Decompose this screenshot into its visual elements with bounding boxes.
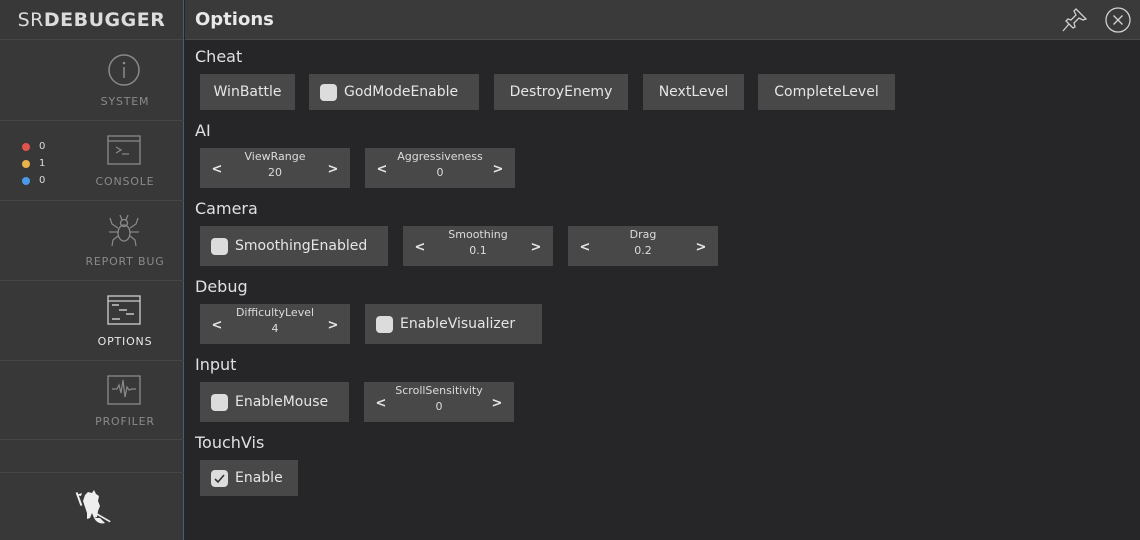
checkbox-checked-icon[interactable] [211,469,228,487]
button-label: CompleteLevel [774,84,879,100]
toggle-label: GodModeEnable [344,84,459,100]
sidebar-item-options[interactable]: OPTIONS [0,281,184,361]
scrollsensitivity-stepper[interactable]: ScrollSensitivity < 0 > [364,382,514,422]
sidebar-item-label: PROFILER [95,415,155,428]
console-icon [107,133,141,167]
sidebar-item-label: SYSTEM [100,95,150,108]
viewrange-stepper[interactable]: ViewRange < 20 > [200,148,350,188]
difficultylevel-stepper[interactable]: DifficultyLevel < 4 > [200,304,350,344]
mascot-logo-icon [70,487,116,527]
nextlevel-button[interactable]: NextLevel [643,74,744,110]
increment-arrow-icon[interactable]: > [490,396,504,411]
smoothingenabled-toggle[interactable]: SmoothingEnabled [200,226,388,266]
category-title-ai: AI [195,121,211,140]
category-title-input: Input [195,355,237,374]
button-label: WinBattle [213,84,282,100]
error-count: 0 [22,138,45,155]
sidebar-item-label: REPORT BUG [85,255,165,268]
toggle-label: EnableVisualizer [400,316,516,332]
sidebar-divider [0,472,184,473]
close-icon [1105,7,1131,37]
enablemouse-toggle[interactable]: EnableMouse [200,382,349,422]
logo-main: DEBUGGER [43,8,166,31]
checkbox-icon[interactable] [320,83,337,101]
sidebar-divider [0,439,184,440]
console-counters: 0 1 0 [22,138,45,189]
info-icon [107,53,141,87]
warning-count-value: 1 [39,158,46,169]
winbattle-button[interactable]: WinBattle [200,74,295,110]
close-button[interactable] [1105,7,1131,33]
sidebar-item-label: CONSOLE [95,175,155,188]
category-title-camera: Camera [195,199,258,218]
sidebar-item-profiler[interactable]: PROFILER [0,361,184,441]
toggle-label: EnableMouse [235,394,329,410]
options-icon [107,293,141,327]
sidebar-item-report-bug[interactable]: REPORT BUG [0,201,184,281]
increment-arrow-icon[interactable]: > [491,162,505,177]
destroyenemy-button[interactable]: DestroyEnemy [494,74,628,110]
completelevel-button[interactable]: CompleteLevel [758,74,895,110]
toggle-label: Enable [235,470,283,486]
increment-arrow-icon[interactable]: > [529,240,543,255]
checkbox-icon[interactable] [211,393,228,411]
info-count: 0 [22,172,45,189]
options-content: Cheat WinBattle GodModeEnable DestroyEne… [185,41,1140,540]
drag-stepper[interactable]: Drag < 0.2 > [568,226,718,266]
category-title-touchvis: TouchVis [195,433,265,452]
pin-icon [1060,8,1090,38]
checkbox-icon[interactable] [376,315,393,333]
enablevisualizer-toggle[interactable]: EnableVisualizer [365,304,542,344]
pin-button[interactable] [1060,6,1090,34]
button-label: NextLevel [658,84,729,100]
godmode-toggle[interactable]: GodModeEnable [309,74,479,110]
error-count-value: 0 [39,141,46,152]
sidebar-item-system[interactable]: SYSTEM [0,41,184,121]
header: Options [185,0,1140,40]
error-dot-icon [22,142,30,151]
toggle-label: SmoothingEnabled [235,238,368,254]
increment-arrow-icon[interactable]: > [694,240,708,255]
profiler-icon [107,373,141,407]
sidebar: SR DEBUGGER SYSTEM CONSOLE 0 1 0 REPORT B… [0,0,184,540]
checkbox-icon[interactable] [211,237,228,255]
warning-dot-icon [22,159,30,168]
info-count-value: 0 [39,175,46,186]
touchvis-enable-toggle[interactable]: Enable [200,460,298,496]
smoothing-stepper[interactable]: Smoothing < 0.1 > [403,226,553,266]
sidebar-item-label: OPTIONS [97,335,153,348]
button-label: DestroyEnemy [509,84,613,100]
warning-count: 1 [22,155,45,172]
bug-icon [107,213,141,247]
logo: SR DEBUGGER [0,0,183,40]
increment-arrow-icon[interactable]: > [326,162,340,177]
aggressiveness-stepper[interactable]: Aggressiveness < 0 > [365,148,515,188]
increment-arrow-icon[interactable]: > [326,318,340,333]
category-title-debug: Debug [195,277,248,296]
page-title: Options [195,9,274,30]
logo-prefix: SR [17,8,44,31]
info-dot-icon [22,176,30,185]
category-title-cheat: Cheat [195,47,243,66]
